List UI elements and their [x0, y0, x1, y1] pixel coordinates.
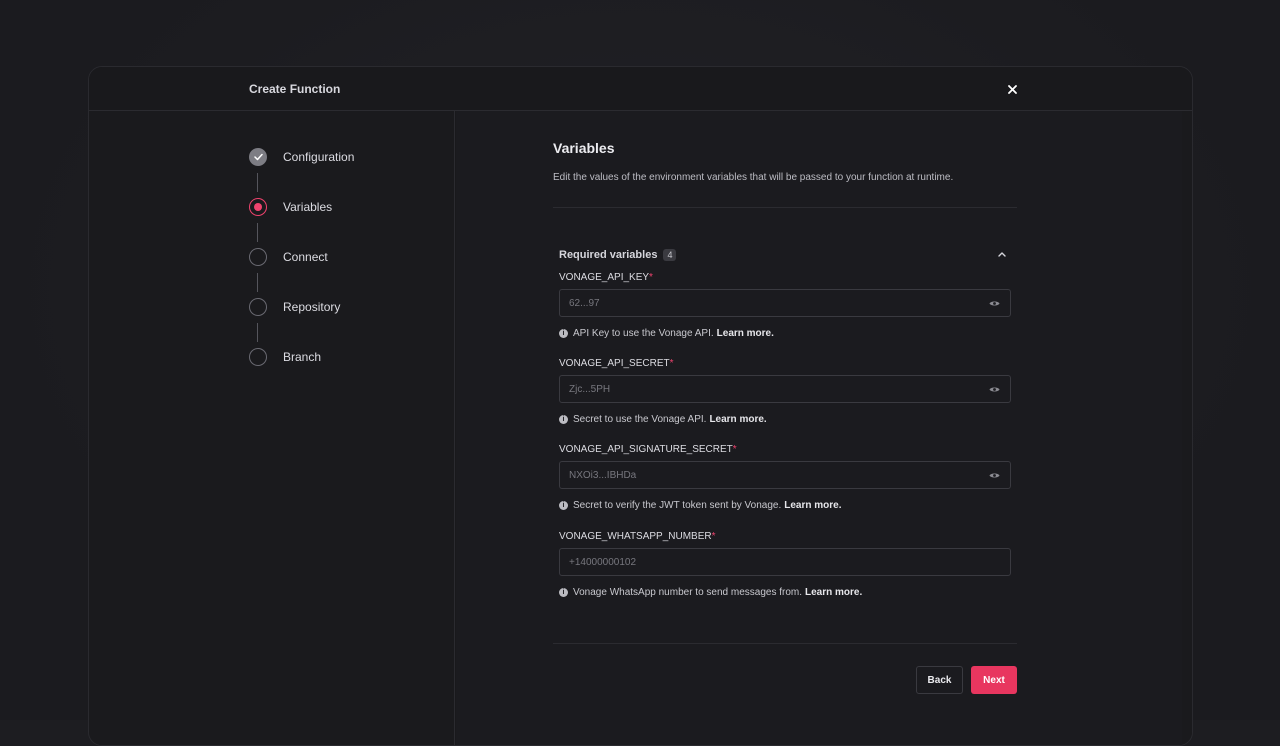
- field-name: VONAGE_API_SECRET: [559, 358, 670, 369]
- field-label: VONAGE_API_SIGNATURE_SECRET*: [559, 444, 1011, 458]
- group-title: Required variables: [559, 249, 658, 261]
- eye-icon: [989, 472, 999, 478]
- collapse-button[interactable]: [995, 247, 1009, 261]
- field-name: VONAGE_WHATSAPP_NUMBER: [559, 531, 712, 542]
- main-panel: Variables Edit the values of the environ…: [456, 111, 1182, 745]
- field-name: VONAGE_API_KEY: [559, 272, 650, 283]
- vonage-api-secret-input[interactable]: [560, 376, 980, 402]
- section-description: Edit the values of the environment varia…: [553, 172, 954, 183]
- help-text: i Secret to verify the JWT token sent by…: [559, 499, 1011, 511]
- check-icon: [253, 153, 263, 161]
- help-description: API Key to use the Vonage API.: [573, 327, 714, 339]
- input-container: [559, 461, 1011, 489]
- count-badge: 4: [663, 249, 677, 261]
- help-text: i API Key to use the Vonage API. Learn m…: [559, 327, 1011, 339]
- help-description: Secret to use the Vonage API.: [573, 413, 707, 425]
- field-label: VONAGE_WHATSAPP_NUMBER*: [559, 531, 1011, 545]
- step-pending-indicator: [249, 248, 267, 266]
- help-description: Vonage WhatsApp number to send messages …: [573, 586, 803, 598]
- step-connect[interactable]: Connect: [249, 247, 328, 267]
- step-pending-indicator: [249, 348, 267, 366]
- field-vonage-whatsapp-number: VONAGE_WHATSAPP_NUMBER* i Vonage WhatsAp…: [559, 531, 1011, 598]
- info-icon: i: [559, 500, 568, 510]
- step-branch[interactable]: Branch: [249, 347, 321, 367]
- info-icon: i: [559, 587, 568, 597]
- step-label: Variables: [283, 200, 333, 214]
- help-text: i Vonage WhatsApp number to send message…: [559, 586, 1011, 598]
- eye-icon: [989, 386, 999, 392]
- help-text: i Secret to use the Vonage API. Learn mo…: [559, 413, 1011, 425]
- help-description: Secret to verify the JWT token sent by V…: [573, 499, 782, 511]
- field-vonage-api-key: VONAGE_API_KEY* i API Key to use the Von…: [559, 272, 1011, 339]
- step-label: Connect: [283, 250, 328, 264]
- info-icon: i: [559, 414, 568, 424]
- required-marker: *: [711, 531, 716, 542]
- divider: [553, 207, 1017, 208]
- active-dot-icon: [254, 203, 262, 211]
- learn-more-link[interactable]: Learn more.: [784, 500, 841, 511]
- step-variables[interactable]: Variables: [249, 197, 332, 217]
- back-button[interactable]: Back: [916, 666, 963, 694]
- field-vonage-api-signature-secret: VONAGE_API_SIGNATURE_SECRET* i Secret to…: [559, 444, 1011, 511]
- eye-icon: [989, 300, 999, 306]
- field-vonage-api-secret: VONAGE_API_SECRET* i Secret to use the V…: [559, 358, 1011, 425]
- step-connector: [257, 173, 258, 192]
- modal-header: Create Function: [89, 67, 1192, 111]
- chevron-up-icon: [998, 251, 1006, 257]
- step-pending-indicator: [249, 298, 267, 316]
- right-gutter: [1182, 111, 1192, 745]
- step-repository[interactable]: Repository: [249, 297, 340, 317]
- close-button[interactable]: [999, 79, 1025, 99]
- vonage-api-signature-secret-input[interactable]: [560, 462, 980, 488]
- next-button[interactable]: Next: [971, 666, 1017, 694]
- step-label: Repository: [283, 300, 341, 314]
- modal-title: Create Function: [249, 82, 341, 96]
- field-label: VONAGE_API_SECRET*: [559, 358, 1011, 372]
- create-function-modal: Create Function Configuration Variables: [88, 66, 1193, 746]
- toggle-visibility-button[interactable]: [988, 298, 1000, 308]
- input-container: [559, 289, 1011, 317]
- field-name: VONAGE_API_SIGNATURE_SECRET: [559, 444, 733, 455]
- step-label: Branch: [283, 350, 322, 364]
- section-title: Variables: [553, 140, 615, 156]
- stepper-sidebar: Configuration Variables Connect Reposito…: [89, 111, 455, 745]
- learn-more-link[interactable]: Learn more.: [805, 587, 862, 598]
- input-container: [559, 548, 1011, 576]
- step-connector: [257, 273, 258, 292]
- vonage-whatsapp-number-input[interactable]: [560, 549, 980, 575]
- step-configuration[interactable]: Configuration: [249, 147, 354, 167]
- field-label: VONAGE_API_KEY*: [559, 272, 1011, 286]
- vonage-api-key-input[interactable]: [560, 290, 980, 316]
- learn-more-link[interactable]: Learn more.: [709, 414, 766, 425]
- step-done-indicator: [249, 148, 267, 166]
- close-icon: [1007, 84, 1017, 94]
- step-active-indicator: [249, 198, 267, 216]
- info-icon: i: [559, 328, 568, 338]
- learn-more-link[interactable]: Learn more.: [717, 328, 774, 339]
- step-connector: [257, 323, 258, 342]
- input-container: [559, 375, 1011, 403]
- required-marker: *: [732, 444, 737, 455]
- required-variables-header[interactable]: Required variables 4: [559, 247, 1015, 263]
- required-marker: *: [669, 358, 674, 369]
- toggle-visibility-button[interactable]: [988, 384, 1000, 394]
- required-marker: *: [649, 272, 653, 283]
- toggle-visibility-button[interactable]: [988, 470, 1000, 480]
- step-connector: [257, 223, 258, 242]
- divider: [553, 643, 1017, 644]
- step-label: Configuration: [283, 150, 355, 164]
